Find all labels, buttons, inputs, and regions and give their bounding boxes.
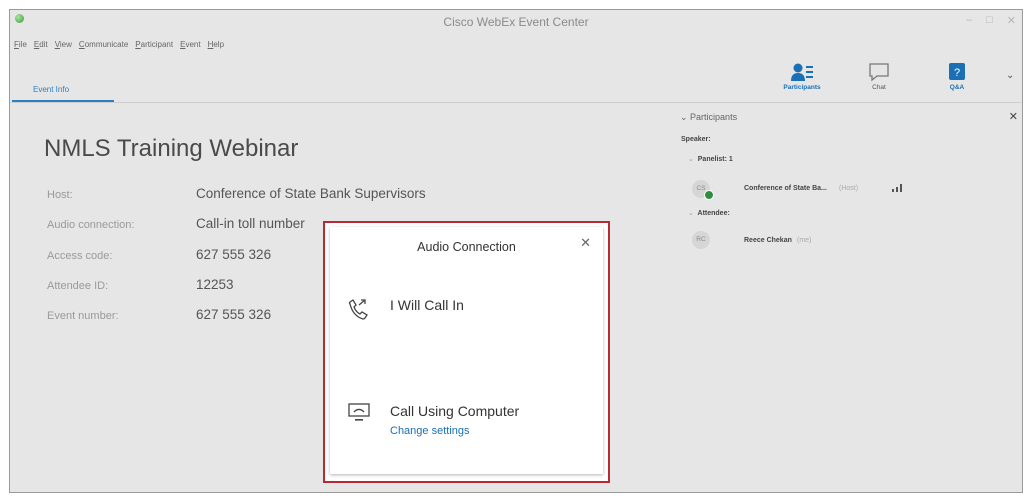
- audio-connection-label: Audio connection:: [47, 219, 135, 231]
- attendee-name: Reece Chekan: [744, 237, 792, 244]
- qa-icon: ?: [949, 63, 965, 80]
- attendee-group-label: Attendee:: [697, 210, 730, 217]
- close-dialog-icon[interactable]: ✕: [580, 235, 591, 251]
- event-number-value: 627 555 326: [196, 307, 272, 322]
- access-code-label: Access code:: [47, 250, 113, 262]
- chat-button-label: Chat: [872, 84, 886, 91]
- window-controls: – □ ✕: [966, 14, 1016, 27]
- minimize-button[interactable]: –: [966, 14, 972, 27]
- menu-bar: File Edit View Communicate Participant E…: [14, 40, 224, 49]
- close-panel-icon[interactable]: ✕: [1009, 110, 1018, 123]
- chat-bubble-icon: [869, 63, 889, 82]
- chevron-down-icon: ⌄: [688, 210, 694, 217]
- chevron-down-icon: ⌄: [688, 156, 694, 163]
- panelist-name: Conference of State Ba...: [744, 185, 827, 192]
- menu-communicate[interactable]: Communicate: [79, 40, 128, 49]
- participants-panel: ⌄ Participants ✕ Speaker: ⌄ Panelist: 1 …: [674, 106, 1022, 492]
- computer-audio-icon: [348, 403, 370, 421]
- title-bar: Cisco WebEx Event Center – □ ✕: [10, 10, 1022, 32]
- close-window-button[interactable]: ✕: [1007, 14, 1016, 27]
- call-using-computer-label: Call Using Computer: [390, 403, 520, 419]
- avatar: RC: [692, 231, 710, 249]
- audio-connection-dialog: Audio Connection ✕ I Will Call In Call U…: [330, 227, 603, 474]
- menu-edit[interactable]: Edit: [34, 40, 48, 49]
- host-value: Conference of State Bank Supervisors: [196, 186, 426, 201]
- qa-button-label: Q&A: [949, 84, 965, 91]
- call-in-option[interactable]: I Will Call In: [348, 291, 588, 331]
- menu-view[interactable]: View: [55, 40, 72, 49]
- audio-connection-value: Call-in toll number: [196, 216, 305, 231]
- audio-connection-highlight-frame: Audio Connection ✕ I Will Call In Call U…: [323, 221, 610, 483]
- phone-call-in-icon: [348, 299, 368, 320]
- online-status-icon: [704, 190, 714, 200]
- dialog-title: Audio Connection: [417, 240, 516, 254]
- tab-event-info-label: Event Info: [33, 85, 70, 94]
- access-code-value: 627 555 326: [196, 247, 272, 262]
- menu-help[interactable]: Help: [208, 40, 224, 49]
- attendee-id-label: Attendee ID:: [47, 280, 109, 292]
- panelist-group-toggle[interactable]: ⌄ Panelist: 1: [688, 155, 733, 163]
- menu-event[interactable]: Event: [180, 40, 200, 49]
- attendee-id-value: 12253: [196, 277, 234, 292]
- event-title: NMLS Training Webinar: [44, 135, 299, 162]
- more-options-chevron-icon[interactable]: ⌄: [1006, 70, 1014, 81]
- change-settings-link[interactable]: Change settings: [390, 425, 470, 437]
- call-in-option-label: I Will Call In: [390, 297, 464, 313]
- svg-text:?: ?: [954, 67, 960, 79]
- qa-button[interactable]: ? Q&A: [933, 62, 981, 91]
- participants-button[interactable]: Participants: [778, 62, 826, 91]
- menu-file[interactable]: File: [14, 40, 27, 49]
- me-tag: (me): [797, 237, 812, 244]
- event-number-label: Event number:: [47, 310, 119, 322]
- menu-participant[interactable]: Participant: [135, 40, 173, 49]
- speaker-label: Speaker:: [681, 136, 711, 143]
- audio-signal-icon: [892, 184, 902, 192]
- host-label: Host:: [47, 189, 73, 201]
- maximize-button[interactable]: □: [986, 14, 993, 27]
- participants-panel-header[interactable]: ⌄ Participants: [680, 112, 737, 123]
- window-title: Cisco WebEx Event Center: [443, 15, 589, 29]
- panelist-group-label: Panelist: 1: [697, 156, 733, 163]
- tab-event-info[interactable]: Event Info: [12, 80, 114, 103]
- attendee-group-toggle[interactable]: ⌄ Attendee:: [688, 209, 730, 217]
- host-tag: (Host): [839, 185, 859, 192]
- participants-icon: [791, 63, 813, 81]
- participants-button-label: Participants: [783, 84, 821, 91]
- tab-divider: [10, 102, 1022, 103]
- chat-button[interactable]: Chat: [855, 62, 903, 91]
